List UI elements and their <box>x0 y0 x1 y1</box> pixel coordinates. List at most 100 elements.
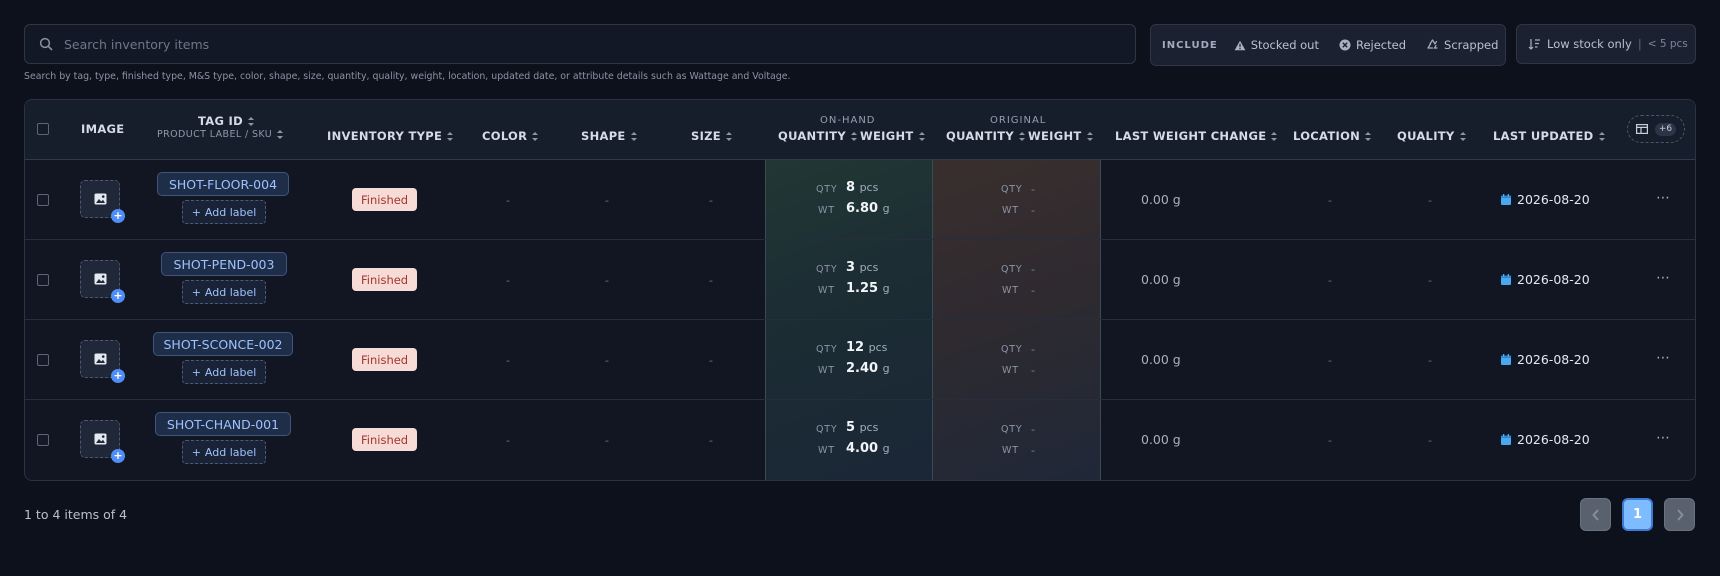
include-rejected[interactable]: Rejected <box>1339 38 1406 52</box>
header-color[interactable]: COLOR <box>482 129 539 143</box>
header-original-weight[interactable]: WEIGHT <box>1028 129 1093 143</box>
quality-value: - <box>1428 354 1432 367</box>
on-hand-qty-label: QTY <box>816 344 838 355</box>
row-checkbox[interactable] <box>37 274 49 286</box>
header-inventory-type-label: INVENTORY TYPE <box>327 129 443 143</box>
select-all-checkbox[interactable] <box>37 123 49 135</box>
tag-id-chip[interactable]: SHOT-FLOOR-004 <box>157 172 289 196</box>
image-upload-button[interactable]: + <box>80 340 125 383</box>
add-label-button[interactable]: + Add label <box>182 280 266 304</box>
row-actions-button[interactable]: ⋯ <box>1656 270 1671 286</box>
inventory-type-badge: Finished <box>352 348 418 371</box>
image-upload-button[interactable]: + <box>80 260 125 303</box>
header-size-label: SIZE <box>691 129 721 143</box>
header-inventory-type[interactable]: INVENTORY TYPE <box>327 129 454 143</box>
low-stock-separator: | <box>1637 37 1642 51</box>
image-upload-button[interactable]: + <box>80 180 125 223</box>
header-on-hand-weight-label: WEIGHT <box>860 129 914 143</box>
columns-icon <box>1635 124 1648 134</box>
toolbar: INCLUDE Stocked out Rejected Scrapped Lo… <box>24 24 1696 66</box>
low-stock-toggle[interactable]: Low stock only | < 5 pcs <box>1516 24 1696 64</box>
add-label-button[interactable]: + Add label <box>182 200 266 224</box>
original-wt-value: - <box>1031 204 1035 217</box>
page-button-1[interactable]: 1 <box>1622 498 1653 531</box>
on-hand-qty-label: QTY <box>816 264 838 275</box>
low-stock-detail: < 5 pcs <box>1647 38 1688 50</box>
header-last-updated[interactable]: LAST UPDATED <box>1493 129 1605 143</box>
pcs-unit: pcs <box>859 421 879 434</box>
row-actions-button[interactable]: ⋯ <box>1656 350 1671 366</box>
sort-icon <box>725 131 732 141</box>
last-updated-value: 2026-08-20 <box>1517 432 1590 447</box>
row-checkbox[interactable] <box>37 434 49 446</box>
header-tag-id[interactable]: TAG ID <box>198 114 254 128</box>
header-size[interactable]: SIZE <box>691 129 732 143</box>
original-qty-value: - <box>1031 263 1035 276</box>
sort-icon <box>1018 131 1025 141</box>
header-on-hand-weight[interactable]: WEIGHT <box>860 129 925 143</box>
add-label-button[interactable]: + Add label <box>182 360 266 384</box>
table-row: + SHOT-SCONCE-002 + Add label Finished -… <box>25 320 1695 400</box>
header-original-quantity[interactable]: QUANTITY <box>946 129 1025 143</box>
sort-icon <box>850 131 857 141</box>
on-hand-wt: 2.40 g <box>846 361 890 376</box>
include-scrapped[interactable]: Scrapped <box>1426 38 1498 52</box>
sort-icon <box>1459 131 1466 141</box>
shape-value: - <box>605 434 609 447</box>
quality-value: - <box>1428 194 1432 207</box>
add-label-text: Add label <box>204 205 257 219</box>
add-label-button[interactable]: + Add label <box>182 440 266 464</box>
search-icon <box>39 37 53 51</box>
on-hand-qty: 5 pcs <box>846 420 878 435</box>
header-on-hand-quantity-label: QUANTITY <box>778 129 846 143</box>
search-input[interactable] <box>64 36 1104 52</box>
on-hand-qty-label: QTY <box>816 184 838 195</box>
sort-icon <box>447 131 454 141</box>
low-stock-label: Low stock only <box>1547 37 1632 51</box>
size-value: - <box>709 274 713 287</box>
header-location[interactable]: LOCATION <box>1293 129 1372 143</box>
search-box[interactable] <box>24 24 1136 64</box>
on-hand-wt-value: 1.25 <box>846 281 879 296</box>
gram-unit: g <box>882 362 890 375</box>
include-stocked-out-label: Stocked out <box>1250 38 1319 52</box>
row-actions-button[interactable]: ⋯ <box>1656 430 1671 446</box>
original-wt-label: WT <box>1002 445 1019 456</box>
image-upload-button[interactable]: + <box>80 420 125 463</box>
original-wt-label: WT <box>1002 285 1019 296</box>
row-checkbox[interactable] <box>37 194 49 206</box>
on-hand-wt: 1.25 g <box>846 281 890 296</box>
recycle-icon <box>1427 39 1438 49</box>
original-qty-label: QTY <box>1001 344 1023 355</box>
column-picker-button[interactable]: +6 <box>1627 115 1685 143</box>
next-page-button[interactable] <box>1664 498 1695 531</box>
sort-descending-icon <box>1528 39 1540 50</box>
header-color-label: COLOR <box>482 129 528 143</box>
header-shape[interactable]: SHAPE <box>581 129 637 143</box>
include-stocked-out[interactable]: Stocked out <box>1234 38 1319 52</box>
on-hand-wt-label: WT <box>818 445 835 456</box>
x-circle-icon <box>1339 39 1351 51</box>
tag-id-chip[interactable]: SHOT-CHAND-001 <box>155 412 291 436</box>
image-icon <box>94 433 106 445</box>
previous-page-button[interactable] <box>1580 498 1611 531</box>
on-hand-wt-label: WT <box>818 365 835 376</box>
on-hand-wt-label: WT <box>818 205 835 216</box>
calendar-icon <box>1501 194 1511 205</box>
on-hand-wt-value: 6.80 <box>846 201 879 216</box>
header-quality[interactable]: QUALITY <box>1397 129 1466 143</box>
tag-id-text: SHOT-FLOOR-004 <box>168 176 278 192</box>
on-hand-wt: 4.00 g <box>846 441 890 456</box>
original-wt-value: - <box>1031 444 1035 457</box>
row-checkbox[interactable] <box>37 354 49 366</box>
header-last-weight-change[interactable]: LAST WEIGHT CHANGE <box>1115 129 1278 143</box>
original-qty-value: - <box>1031 183 1035 196</box>
header-last-updated-label: LAST UPDATED <box>1493 129 1594 143</box>
original-wt-value: - <box>1031 364 1035 377</box>
shape-value: - <box>605 194 609 207</box>
header-product-label[interactable]: PRODUCT LABEL / SKU <box>157 129 284 140</box>
header-on-hand-quantity[interactable]: QUANTITY <box>778 129 857 143</box>
tag-id-chip[interactable]: SHOT-PEND-003 <box>161 252 287 276</box>
row-actions-button[interactable]: ⋯ <box>1656 190 1671 206</box>
tag-id-chip[interactable]: SHOT-SCONCE-002 <box>153 332 293 356</box>
